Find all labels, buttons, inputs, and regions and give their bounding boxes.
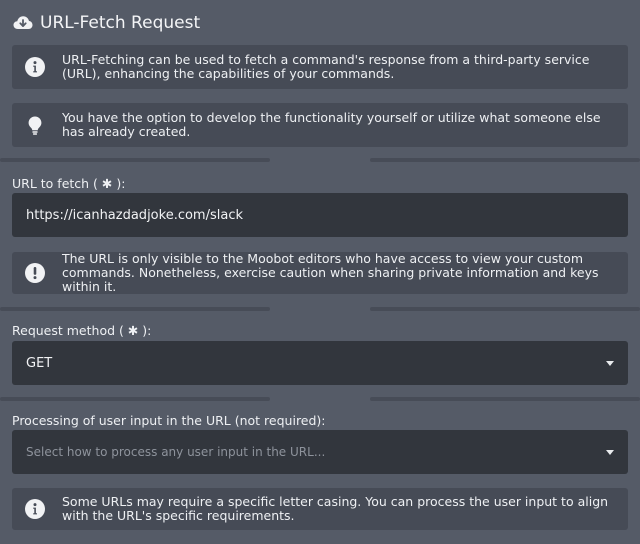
lightbulb-icon: [24, 114, 46, 136]
info-icon: [24, 56, 46, 78]
divider-right: [370, 158, 640, 162]
warning-text: The URL is only visible to the Moobot ed…: [62, 251, 599, 294]
divider-right: [370, 307, 640, 311]
tip-text: You have the option to develop the funct…: [62, 110, 601, 139]
divider-left: [0, 397, 270, 401]
url-input-value: https://icanhazdadjoke.com/slack: [26, 207, 243, 223]
divider-left: [0, 158, 270, 162]
request-method-label: Request method ( ✱ ):: [12, 323, 152, 338]
request-method-value: GET: [26, 355, 53, 371]
letter-casing-text: Some URLs may require a specific letter …: [62, 494, 609, 523]
tip-panel: You have the option to develop the funct…: [12, 103, 628, 147]
chevron-down-icon: [606, 449, 614, 455]
divider-left: [0, 307, 270, 311]
processing-label: Processing of user input in the URL (not…: [12, 413, 326, 428]
info-panel-letter-casing: Some URLs may require a specific letter …: [12, 488, 628, 530]
warning-panel-url-visibility: The URL is only visible to the Moobot ed…: [12, 252, 628, 294]
info-icon: [24, 498, 46, 520]
processing-placeholder: Select how to process any user input in …: [26, 445, 326, 459]
info-text: URL-Fetching can be used to fetch a comm…: [62, 52, 590, 81]
url-input[interactable]: https://icanhazdadjoke.com/slack: [12, 193, 628, 237]
exclamation-icon: [24, 262, 46, 284]
url-label: URL to fetch ( ✱ ):: [12, 176, 126, 191]
page-title: URL-Fetch Request: [40, 13, 201, 33]
request-method-select[interactable]: GET: [12, 341, 628, 385]
cloud-download-icon: [12, 12, 34, 34]
chevron-down-icon: [606, 360, 614, 366]
processing-select[interactable]: Select how to process any user input in …: [12, 430, 628, 474]
divider-right: [370, 397, 640, 401]
info-panel-url-fetching: URL-Fetching can be used to fetch a comm…: [12, 45, 628, 89]
page-header: URL-Fetch Request: [12, 10, 200, 36]
